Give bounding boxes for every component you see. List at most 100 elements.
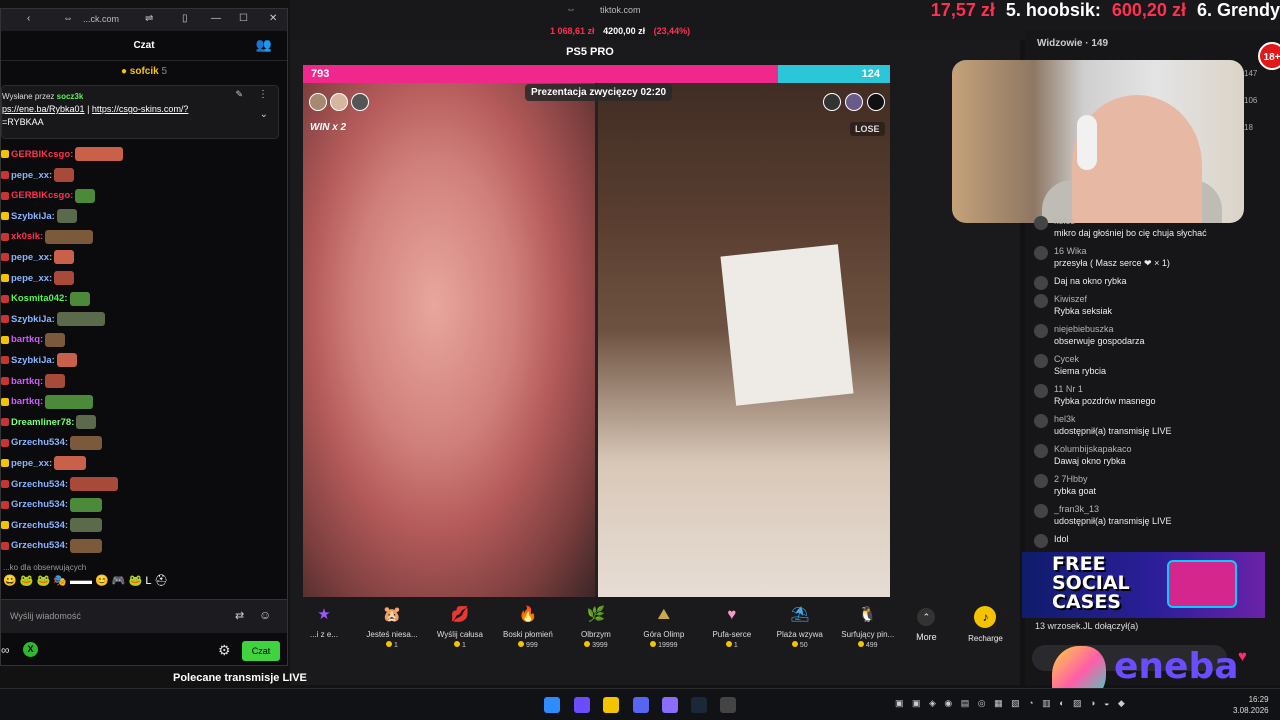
chat-input[interactable]: Wyślij wiadomość ⇄ ☺ [1,599,287,633]
minimize-icon[interactable]: — [211,13,221,24]
chat-message[interactable]: Grzechu534: [1,536,287,557]
chat-message[interactable]: GERBIKcsgo: [1,186,287,207]
avatar[interactable] [823,93,841,111]
avatar[interactable] [309,93,327,111]
pinned-message[interactable]: Wysłane przez socz3k ps://ene.ba/Rybka01… [1,85,279,139]
chat-message[interactable]: bartkq: [1,330,287,351]
live-chat-username[interactable]: 2 7Hbby [1054,473,1272,485]
chat-username[interactable]: pepe_xx: [11,273,52,284]
emoji-icon[interactable]: ☺ [259,608,271,622]
live-chat-message[interactable]: niejebiebuszka obserwuje gospodarza [1032,323,1272,347]
live-chat-username[interactable]: 11 Nr 1 [1054,383,1272,395]
chat-username[interactable]: Grzechu534: [11,520,68,531]
gift-item[interactable]: ⛱ Plaża wzywa 50 [766,600,834,660]
chat-message[interactable]: pepe_xx: [1,454,287,475]
gift-item[interactable]: 🌿 Olbrzym 3999 [562,600,630,660]
chat-message[interactable]: SzybkiJa: [1,310,287,331]
live-chat-username[interactable]: niejebiebuszka [1054,323,1272,335]
settings-icon[interactable]: ⇌ [145,13,153,24]
translate-icon[interactable]: ⇄ [235,609,244,622]
pinned-link[interactable]: https://csgo-skins.com/? [92,104,189,114]
infinity-icon[interactable]: ∞ [1,643,10,657]
chat-username[interactable]: pepe_xx: [11,252,52,263]
xbox-icon[interactable]: X [23,642,38,657]
live-chat-message[interactable]: Kiwiszef Rybka seksiak [1032,293,1272,317]
chat-username[interactable]: SzybkiJa: [11,211,55,222]
avatar[interactable] [845,93,863,111]
recharge-button[interactable]: ♪ Recharge [951,600,1020,660]
chat-username[interactable]: Grzechu534: [11,499,68,510]
sponsor-banner[interactable]: FREE SOCIAL CASES [1022,552,1265,618]
link-icon[interactable]: ⇔ [63,13,73,24]
avatar[interactable] [351,93,369,111]
chat-username[interactable]: Dreamliner78: [11,417,74,428]
chat-username[interactable]: bartkq: [11,334,43,345]
chat-message[interactable]: SzybkiJa: [1,207,287,228]
live-chat-username[interactable]: hel3k [1054,413,1272,425]
gift-item[interactable]: ⛰ Góra Olimp 19999 [630,600,698,660]
gift-item[interactable]: 💋 Wyślij całusa 1 [426,600,494,660]
live-chat-message[interactable]: Daj na okno rybka [1032,275,1272,290]
chat-username[interactable]: pepe_xx: [11,170,52,181]
chat-username[interactable]: bartkq: [11,396,43,407]
app-icon[interactable] [662,697,678,713]
live-chat-message[interactable]: 11 Nr 1 Rybka pozdrów masnego [1032,383,1272,407]
top-supporter[interactable]: ● sofcik 5 [1,61,287,83]
chat-message[interactable]: xk0sik: [1,227,287,248]
chat-message[interactable]: Kosmita042: [1,289,287,310]
discord-icon[interactable] [633,697,649,713]
chat-message[interactable]: Grzechu534: [1,516,287,537]
live-chat-message[interactable]: hel3k udostępnił(a) transmisję LIVE [1032,413,1272,437]
chat-username[interactable]: GERBIKcsgo: [11,190,73,201]
chat-message[interactable]: pepe_xx: [1,248,287,269]
gift-item[interactable]: ★ ...i z e... [290,600,358,660]
chat-username[interactable]: GERBIKcsgo: [11,149,73,160]
close-icon[interactable]: ✕ [269,13,277,24]
live-chat-username[interactable]: Kiwiszef [1054,293,1272,305]
viewers-count[interactable]: Widzowie · 149 [1037,38,1108,49]
live-chat-message[interactable]: _fran3k_13 udostępnił(a) transmisję LIVE [1032,503,1272,527]
pin-icon[interactable]: ✎ [235,88,243,101]
app-icon[interactable] [720,697,736,713]
chat-username[interactable]: Kosmita042: [11,293,68,304]
app-icon[interactable] [574,697,590,713]
chat-message[interactable]: Grzechu534: [1,495,287,516]
chat-message[interactable]: bartkq: [1,392,287,413]
chat-message[interactable]: SzybkiJa: [1,351,287,372]
battle-video[interactable]: julkabandurska [303,65,890,597]
live-chat-username[interactable]: Cycek [1054,353,1272,365]
live-chat-message[interactable]: Cycek Siema rybcia [1032,353,1272,377]
gift-item[interactable]: 🐧 Surfujący pin... 499 [834,600,902,660]
users-icon[interactable]: 👥 [256,37,272,53]
chat-username[interactable]: Grzechu534: [11,479,68,490]
live-chat-message[interactable]: Idol [1032,533,1272,548]
system-tray[interactable]: ▣ ▣ ◈ ◉ ▤ ◎ ▦ ▧ ◔ ▥ ◐ ▨ ◑ ◒ ◆ [895,698,1128,709]
start-icon[interactable] [544,697,560,713]
tab-icon[interactable]: ▯ [182,13,188,24]
more-gifts-button[interactable]: ⌃ More [902,600,951,660]
gear-icon[interactable]: ⚙ [218,642,231,659]
clock[interactable]: 16:29 3.08.2026 [1233,694,1269,716]
chat-message[interactable]: Grzechu534: [1,433,287,454]
chevron-down-icon[interactable]: ⌄ [260,108,268,121]
link-icon[interactable]: ⇔ [566,4,576,15]
live-chat-username[interactable]: kolos [1054,215,1272,227]
more-options-icon[interactable]: ⋮ [258,88,268,101]
live-chat-message[interactable]: 2 7Hbby rybka goat [1032,473,1272,497]
chat-message[interactable]: pepe_xx: [1,166,287,187]
avatar[interactable] [867,93,885,111]
chat-message[interactable]: bartkq: [1,372,287,393]
chat-message[interactable]: Dreamliner78: [1,413,287,434]
chat-message[interactable]: Grzechu534: [1,475,287,496]
gift-item[interactable]: 🐹 Jesteś niesa... 1 [358,600,426,660]
pinned-sender-name[interactable]: socz3k [57,92,84,101]
live-chat-message[interactable]: Kolumbijskapakaco Dawaj okno rybka [1032,443,1272,467]
maximize-icon[interactable]: ☐ [239,13,248,24]
chat-username[interactable]: pepe_xx: [11,458,52,469]
chat-username[interactable]: SzybkiJa: [11,314,55,325]
steam-icon[interactable] [691,697,707,713]
chat-username[interactable]: SzybkiJa: [11,355,55,366]
chat-message[interactable]: GERBIKcsgo: [1,145,287,166]
pinned-link[interactable]: ps://ene.ba/Rybka01 [2,104,85,114]
live-chat-username[interactable]: 16 Wika [1054,245,1272,257]
